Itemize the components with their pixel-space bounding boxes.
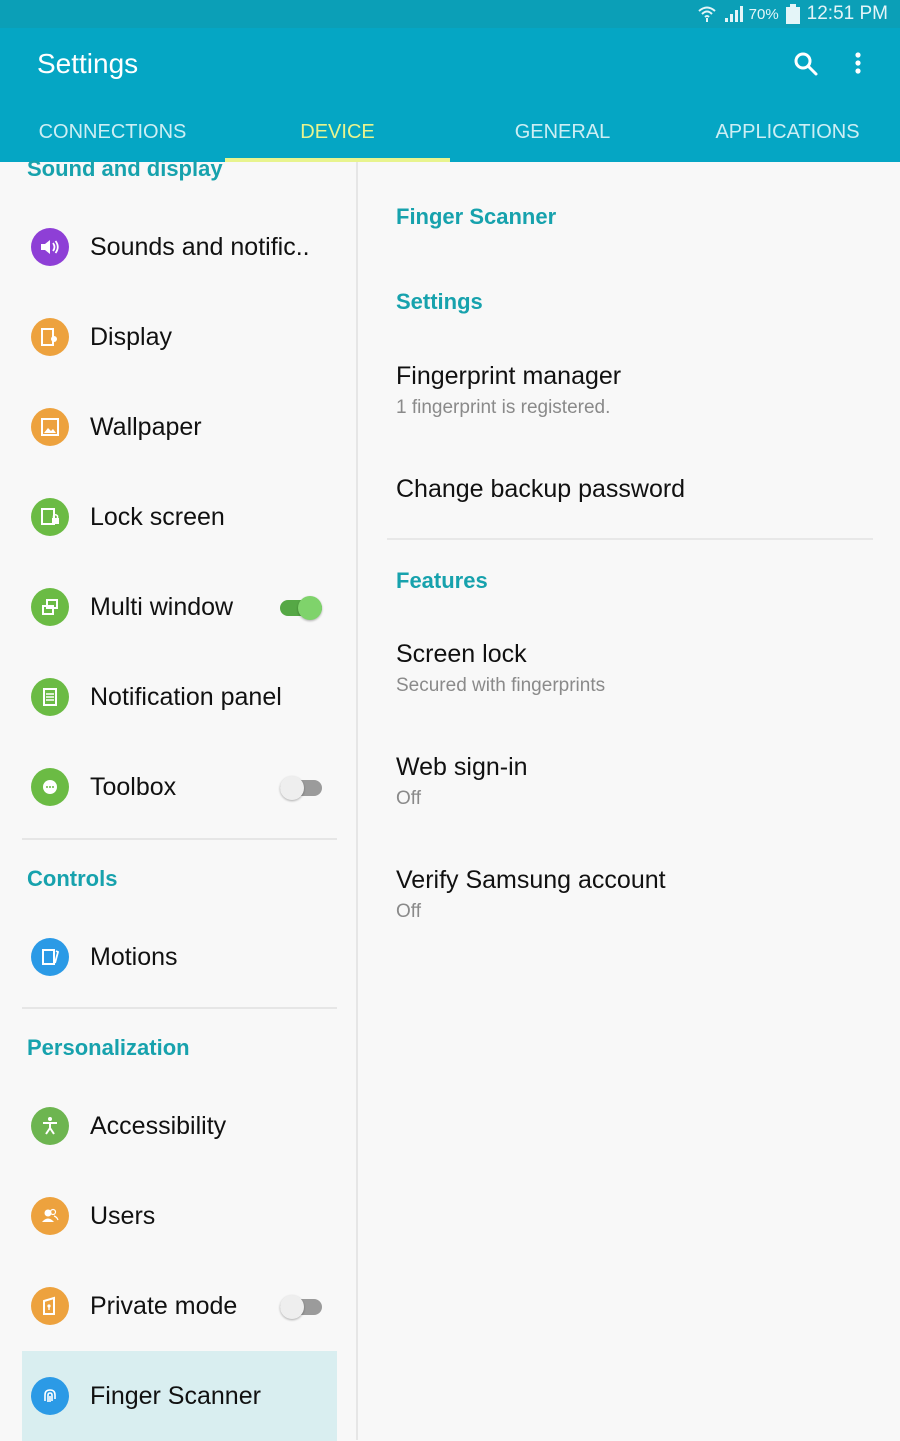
battery-percent: 70% [748,5,779,23]
divider [22,838,337,840]
verify-samsung-account-item[interactable]: Verify Samsung account Off [396,866,876,923]
item-title: Change backup password [396,475,686,503]
fingerprint-icon [31,1377,69,1415]
section-header-features: Features [396,568,488,593]
sidebar-item-notification-panel[interactable]: Notification panel [22,652,337,742]
divider [22,1007,337,1009]
section-header-controls: Controls [27,866,118,891]
display-icon [31,318,69,356]
sidebar-item-label: Sounds and notific.. [90,232,310,261]
motions-icon [31,938,69,976]
tab-device[interactable]: DEVICE [225,112,450,162]
sidebar-item-label: Display [90,322,172,351]
sidebar-item-toolbox[interactable]: Toolbox [22,742,337,832]
sidebar-item-display[interactable]: Display [22,292,337,382]
wifi-icon [697,6,716,22]
finger-scanner-detail: Finger Scanner Settings Fingerprint mana… [360,162,900,1440]
tab-connections[interactable]: CONNECTIONS [0,112,225,162]
sidebar-item-label: Private mode [90,1291,238,1320]
sidebar-item-label: Toolbox [90,772,177,801]
sidebar-item-label: Lock screen [90,502,225,531]
item-title: Verify Samsung account [396,866,666,894]
tab-applications[interactable]: APPLICATIONS [675,112,900,162]
web-sign-in-item[interactable]: Web sign-in Off [396,753,876,810]
sidebar-item-multi-window[interactable]: Multi window [22,562,337,652]
item-title: Fingerprint manager [396,362,622,390]
section-header-settings: Settings [396,289,483,314]
item-title: Screen lock [396,640,527,668]
volume-icon [31,228,69,266]
sidebar-item-motions[interactable]: Motions [22,912,337,1002]
private-mode-toggle[interactable] [280,1295,322,1319]
fingerprint-manager-item[interactable]: Fingerprint manager 1 fingerprint is reg… [396,362,876,419]
page-title: Settings [37,48,139,79]
notification-panel-icon [31,678,69,716]
section-header-personalization: Personalization [27,1035,190,1060]
sidebar-item-label: Finger Scanner [90,1381,261,1410]
sidebar-item-label: Notification panel [90,682,282,711]
sidebar-item-label: Motions [90,942,178,971]
sidebar-item-label: Users [90,1201,156,1230]
sidebar-item-label: Multi window [90,592,234,621]
settings-category-list[interactable]: Sound and display Sounds and notific.. D… [0,156,358,1441]
users-icon [31,1197,69,1235]
tab-general[interactable]: GENERAL [450,112,675,162]
sidebar-item-label: Wallpaper [90,412,202,441]
toolbox-icon [31,768,69,806]
app-bar: Settings CONNECTIONS DEVICE GENERAL APPL… [0,28,900,162]
multi-window-toggle[interactable] [280,596,322,620]
change-backup-password-item[interactable]: Change backup password [396,475,876,504]
toolbox-toggle[interactable] [280,776,322,800]
sidebar-item-private-mode[interactable]: Private mode [22,1261,337,1351]
search-icon[interactable] [792,50,820,78]
sidebar-item-wallpaper[interactable]: Wallpaper [22,382,337,472]
lock-screen-icon [31,498,69,536]
divider [387,538,873,540]
screen-lock-item[interactable]: Screen lock Secured with fingerprints [396,640,876,697]
battery-icon [785,4,800,24]
sidebar-item-lock-screen[interactable]: Lock screen [22,472,337,562]
sidebar-item-label: Accessibility [90,1111,227,1140]
item-title: Web sign-in [396,753,528,781]
item-subtitle: Off [396,901,421,922]
multi-window-icon [31,588,69,626]
clock: 12:51 PM [806,3,888,24]
status-bar: 70% 12:51 PM [0,0,900,28]
item-subtitle: Secured with fingerprints [396,675,606,696]
item-subtitle: 1 fingerprint is registered. [396,397,611,418]
section-header-sound-display: Sound and display [27,156,223,181]
private-mode-icon [31,1287,69,1325]
item-subtitle: Off [396,788,421,809]
sidebar-item-accessibility[interactable]: Accessibility [22,1081,337,1171]
tab-bar: CONNECTIONS DEVICE GENERAL APPLICATIONS [0,112,900,162]
more-vert-icon[interactable] [848,50,868,78]
sidebar-item-users[interactable]: Users [22,1171,337,1261]
sidebar-item-finger-scanner[interactable]: Finger Scanner [22,1351,337,1441]
detail-title: Finger Scanner [396,204,557,229]
sidebar-item-sounds[interactable]: Sounds and notific.. [22,202,337,292]
accessibility-icon [31,1107,69,1145]
wallpaper-icon [31,408,69,446]
signal-icon [724,6,743,22]
